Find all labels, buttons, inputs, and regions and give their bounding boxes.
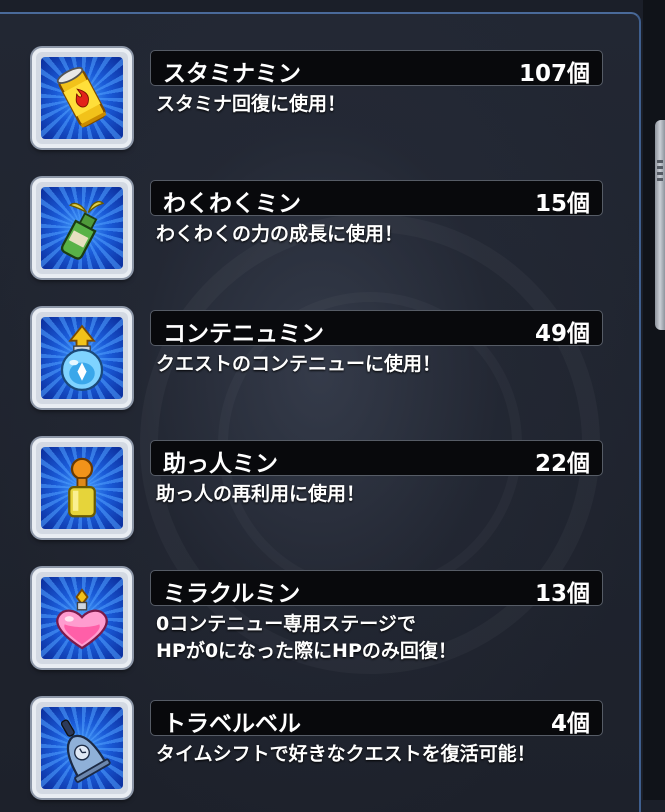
item-icon-frame <box>32 48 132 148</box>
item-count: 15個 <box>534 191 590 217</box>
item-count: 107個 <box>518 61 590 87</box>
item-name: わくわくミン <box>163 191 301 217</box>
item-name-bar: ミラクルミン 13個 <box>150 570 603 607</box>
item-row-continue[interactable]: コンテニュミン 49個 クエストのコンテニューに使用！ <box>0 308 641 418</box>
item-description: クエストのコンテニューに使用！ <box>156 353 442 375</box>
item-icon-frame <box>32 568 132 668</box>
item-icon-frame <box>32 438 132 538</box>
item-name-bar: スタミナミン 107個 <box>150 50 603 87</box>
item-row-miracle[interactable]: ミラクルミン 13個 0コンテニュー専用ステージで HPが0になった際にHPのみ… <box>0 568 641 678</box>
item-row-wakuwaku[interactable]: わくわくミン 15個 わくわくの力の成長に使用！ <box>0 178 641 288</box>
sprout-bottle-icon <box>60 201 105 260</box>
item-icon-frame <box>32 308 132 408</box>
item-count: 13個 <box>534 581 590 607</box>
heart-potion-icon <box>56 588 108 650</box>
scrollbar-grip-icon <box>657 160 663 184</box>
item-icon-frame <box>32 178 132 278</box>
item-name: スタミナミン <box>163 61 301 87</box>
item-description: 助っ人の再利用に使用！ <box>156 483 366 505</box>
scrollbar-track[interactable] <box>643 0 665 800</box>
travel-bell-icon <box>60 719 111 783</box>
stamina-can-icon <box>56 66 107 128</box>
item-name: ミラクルミン <box>163 581 301 607</box>
item-name-bar: コンテニュミン 49個 <box>150 310 603 347</box>
item-icon-frame <box>32 698 132 798</box>
item-description: スタミナ回復に使用！ <box>156 93 347 115</box>
item-description: 0コンテニュー専用ステージで HPが0になった際にHPのみ回復！ <box>156 613 457 662</box>
item-description: タイムシフトで好きなクエストを復活可能！ <box>156 743 536 765</box>
item-name-bar: わくわくミン 15個 <box>150 180 603 217</box>
item-count: 49個 <box>534 321 590 347</box>
item-row-helper[interactable]: 助っ人ミン 22個 助っ人の再利用に使用！ <box>0 438 641 548</box>
continue-flask-icon <box>60 324 104 392</box>
item-count: 22個 <box>534 451 590 477</box>
item-name: トラベルベル <box>163 711 301 737</box>
item-name: コンテニュミン <box>163 321 324 347</box>
item-name: 助っ人ミン <box>163 451 278 477</box>
scrollbar-thumb[interactable] <box>655 120 665 330</box>
item-row-travel-bell[interactable]: トラベルベル 4個 タイムシフトで好きなクエストを復活可能！ <box>0 698 641 808</box>
item-row-stamina[interactable]: スタミナミン 107個 スタミナ回復に使用！ <box>0 48 641 158</box>
item-count: 4個 <box>550 711 590 737</box>
item-name-bar: 助っ人ミン 22個 <box>150 440 603 477</box>
helper-bottle-icon <box>68 457 96 518</box>
item-description: わくわくの力の成長に使用！ <box>156 223 404 245</box>
item-name-bar: トラベルベル 4個 <box>150 700 603 737</box>
